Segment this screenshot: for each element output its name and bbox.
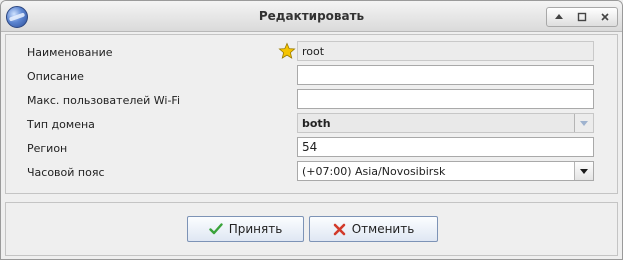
- domain-type-select[interactable]: both: [297, 113, 594, 133]
- form-panel: Наименование root Описание Макс. пользов…: [5, 34, 618, 194]
- close-icon[interactable]: [596, 9, 614, 25]
- region-row: Регион 54: [6, 137, 617, 159]
- timezone-row: Часовой пояс (+07:00) Asia/Novosibirsk: [6, 161, 617, 183]
- domain-type-label: Тип домена: [27, 118, 95, 131]
- domain-type-row: Тип домена both: [6, 113, 617, 135]
- region-input[interactable]: 54: [297, 137, 594, 157]
- name-label: Наименование: [27, 46, 113, 59]
- description-input[interactable]: [297, 65, 594, 85]
- timezone-label: Часовой пояс: [27, 166, 105, 179]
- cancel-button[interactable]: Отменить: [309, 216, 438, 242]
- edit-dialog: Редактировать Наименование root Описание…: [0, 0, 623, 260]
- accept-button-label: Принять: [228, 222, 283, 236]
- region-label: Регион: [27, 142, 68, 155]
- name-field: root: [297, 41, 594, 61]
- description-row: Описание: [6, 65, 617, 87]
- window-controls: [546, 7, 618, 27]
- chevron-down-icon[interactable]: [574, 162, 593, 180]
- button-bar: Принять Отменить: [5, 202, 618, 256]
- max-wifi-users-input[interactable]: [297, 89, 594, 109]
- timezone-select[interactable]: (+07:00) Asia/Novosibirsk: [297, 161, 594, 181]
- cancel-button-label: Отменить: [351, 222, 415, 236]
- title-bar[interactable]: Редактировать: [1, 1, 622, 32]
- accept-button[interactable]: Принять: [187, 216, 304, 242]
- star-icon: [278, 42, 296, 60]
- maximize-icon[interactable]: [573, 9, 591, 25]
- max-wifi-users-label: Макс. пользователей Wi-Fi: [27, 94, 181, 107]
- cross-icon: [333, 223, 346, 236]
- check-icon: [209, 223, 223, 235]
- name-row: Наименование root: [6, 41, 617, 63]
- roll-up-icon[interactable]: [550, 9, 568, 25]
- timezone-value: (+07:00) Asia/Novosibirsk: [302, 165, 446, 178]
- max-wifi-users-row: Макс. пользователей Wi-Fi: [6, 89, 617, 111]
- chevron-down-icon[interactable]: [574, 114, 593, 132]
- domain-type-value: both: [302, 117, 331, 130]
- description-label: Описание: [27, 70, 84, 83]
- dialog-title: Редактировать: [258, 9, 365, 23]
